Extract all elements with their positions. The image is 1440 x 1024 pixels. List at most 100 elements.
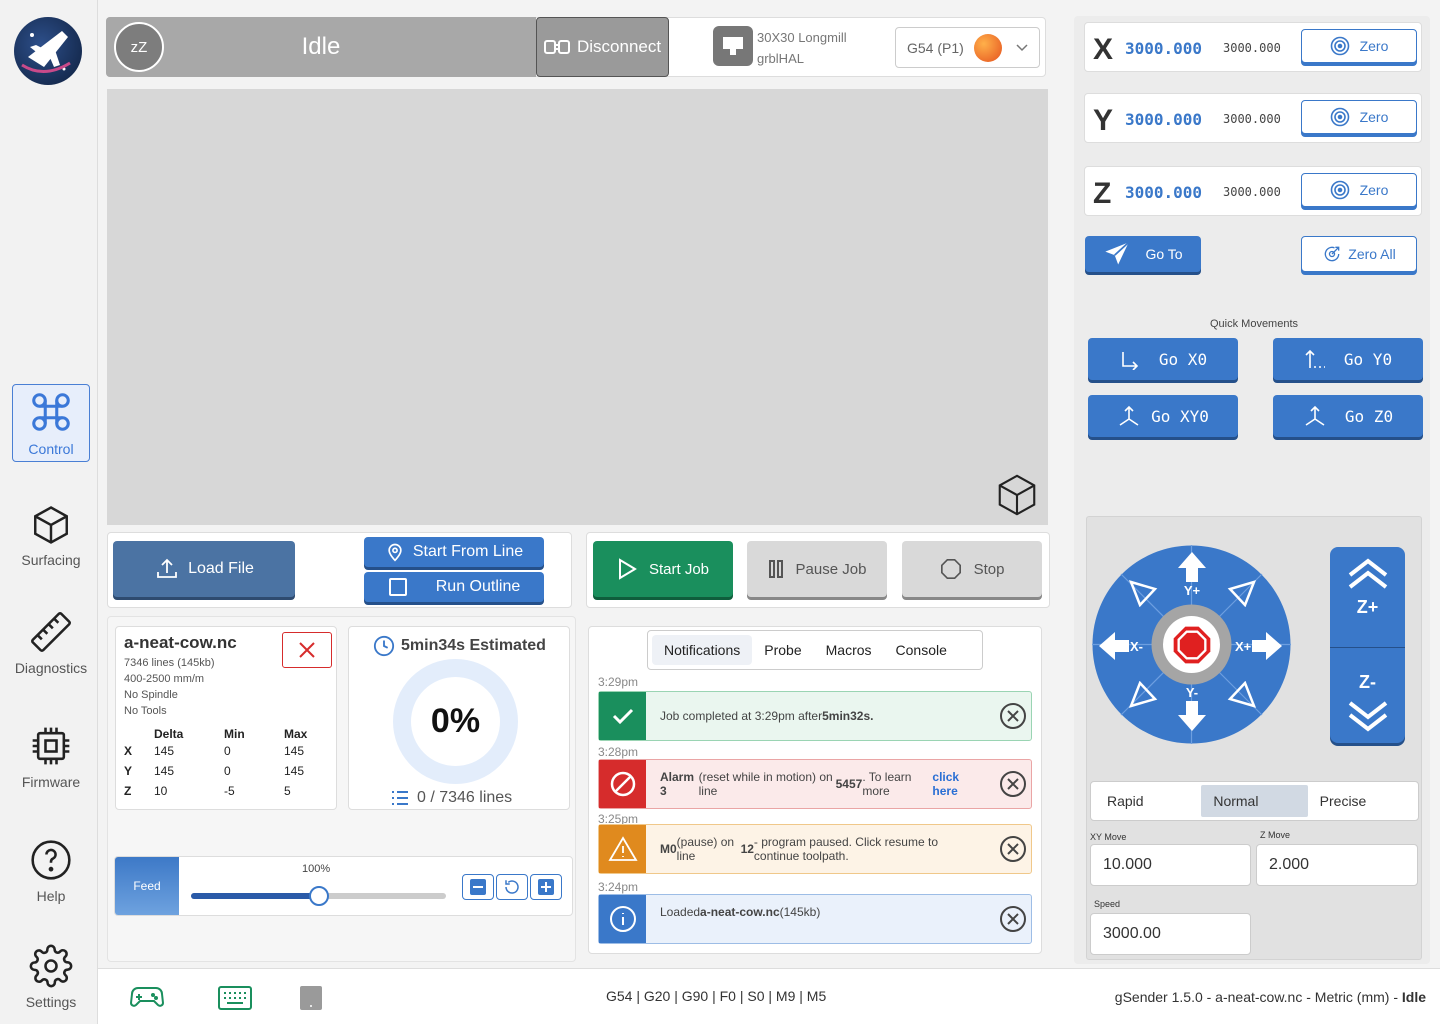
xy-axis-icon — [1119, 405, 1139, 426]
minus-icon — [470, 879, 486, 895]
dismiss-button[interactable] — [995, 895, 1031, 943]
workspace-select[interactable]: G54 (P1) — [895, 27, 1040, 68]
view-cube-icon[interactable] — [994, 471, 1040, 519]
dismiss-button[interactable] — [995, 692, 1031, 740]
z-move-input[interactable]: 2.000 — [1256, 844, 1418, 886]
notification-message: Alarm 3 (reset while in motion) on line … — [660, 770, 960, 798]
close-circle-icon — [1000, 771, 1026, 797]
machine-state: zZ Idle — [106, 17, 536, 77]
jog-stop-button[interactable] — [1163, 616, 1220, 673]
speed-label: Speed — [1094, 899, 1121, 909]
speed-input[interactable]: 3000.00 — [1090, 913, 1251, 955]
jog-diagonal-down-right[interactable] — [1227, 681, 1257, 709]
work-position[interactable]: 3000.000 — [1125, 39, 1202, 58]
dro-row-y: Y 3000.000 3000.000 Zero — [1084, 93, 1422, 143]
tab-bar: Notifications Probe Macros Console — [647, 630, 983, 670]
close-circle-icon — [1000, 836, 1026, 862]
work-position[interactable]: 3000.000 — [1125, 110, 1202, 129]
zero-all-button[interactable]: Zero All — [1301, 236, 1417, 272]
y-axis-icon — [1305, 349, 1325, 368]
target-icon — [1330, 36, 1349, 56]
sidebar-item-firmware[interactable]: Firmware — [12, 716, 90, 794]
sidebar-item-diagnostics[interactable]: Diagnostics — [12, 602, 90, 680]
tab-notifications[interactable]: Notifications — [652, 635, 753, 665]
feed-slider-thumb[interactable] — [308, 886, 329, 906]
mode-normal[interactable]: Normal — [1201, 785, 1308, 817]
feed-slider-fill — [191, 893, 319, 899]
xy-move-input[interactable]: 10.000 — [1090, 844, 1251, 886]
jog-x-plus[interactable]: X+ — [1235, 631, 1283, 661]
sidebar-item-label: Settings — [25, 994, 77, 1010]
axis-label: Y — [1093, 104, 1114, 137]
table-row: Y 145 0 145 — [124, 764, 305, 778]
jog-y-plus[interactable]: Y+ — [1176, 551, 1208, 611]
go-z0-button[interactable]: Go Z0 — [1273, 395, 1423, 437]
quick-movements-title: Quick Movements — [1209, 318, 1299, 330]
notification-time: 3:28pm — [598, 745, 639, 759]
command-icon — [32, 393, 70, 431]
pause-job-button[interactable]: Pause Job — [747, 541, 887, 597]
keyboard-icon[interactable] — [218, 986, 252, 1010]
jog-diagonal-up-left[interactable] — [1128, 579, 1158, 607]
jog-diagonal-down-left[interactable] — [1128, 681, 1158, 709]
sidebar-item-label: Firmware — [21, 774, 81, 790]
stop-button[interactable]: Stop — [902, 541, 1042, 597]
sidebar-item-control[interactable]: Control — [12, 384, 90, 462]
notification-error: Alarm 3 (reset while in motion) on line … — [598, 759, 1032, 809]
dismiss-button[interactable] — [995, 825, 1031, 873]
feed-decrease-button[interactable] — [462, 874, 494, 900]
zero-y-button[interactable]: Zero — [1301, 100, 1417, 134]
go-y0-button[interactable]: Go Y0 — [1273, 338, 1423, 380]
zero-z-button[interactable]: Zero — [1301, 173, 1417, 207]
mode-precise[interactable]: Precise — [1308, 785, 1414, 817]
tablet-icon[interactable] — [299, 985, 323, 1011]
dro-row-z: Z 3000.000 3000.000 Zero — [1084, 166, 1422, 216]
start-from-line-button[interactable]: Start From Line — [364, 537, 544, 567]
jog-z-minus[interactable]: Z- — [1330, 648, 1405, 743]
sidebar-item-help[interactable]: Help — [12, 830, 90, 908]
square-icon — [388, 578, 407, 596]
double-chevron-down-icon — [1348, 701, 1387, 732]
go-x0-button[interactable]: Go X0 — [1088, 338, 1238, 380]
tab-macros[interactable]: Macros — [814, 635, 884, 665]
go-to-button[interactable]: Go To — [1085, 236, 1201, 272]
warning-icon — [599, 825, 646, 873]
mode-rapid[interactable]: Rapid — [1095, 785, 1201, 817]
jog-x-minus[interactable]: X- — [1098, 631, 1143, 661]
work-position[interactable]: 3000.000 — [1125, 183, 1202, 202]
jog-wheel: Y+ Y- X- X+ — [1092, 545, 1291, 744]
progress-ring: 0% — [393, 659, 518, 784]
info-icon — [599, 895, 646, 943]
feed-slider[interactable] — [191, 886, 446, 906]
tab-probe[interactable]: Probe — [752, 635, 813, 665]
play-icon — [618, 558, 637, 580]
app-logo — [14, 17, 82, 85]
gear-icon — [29, 944, 73, 988]
visualizer[interactable] — [107, 89, 1048, 525]
unload-file-button[interactable] — [282, 632, 332, 668]
target-icon — [1330, 180, 1349, 200]
feed-reset-button[interactable] — [496, 874, 528, 900]
jog-diagonal-up-right[interactable] — [1227, 579, 1257, 607]
gamepad-icon[interactable] — [130, 984, 164, 1010]
tab-console[interactable]: Console — [884, 635, 959, 665]
sidebar-item-surfacing[interactable]: Surfacing — [12, 494, 90, 572]
go-xy0-button[interactable]: Go XY0 — [1088, 395, 1238, 437]
progress-card: 5min34s Estimated 0% 0 / 7346 lines — [348, 626, 570, 810]
load-file-button[interactable]: Load File — [113, 541, 295, 597]
feed-increase-button[interactable] — [530, 874, 562, 900]
sidebar-item-settings[interactable]: Settings — [12, 936, 90, 1014]
run-outline-button[interactable]: Run Outline — [364, 572, 544, 602]
jog-y-minus[interactable]: Y- — [1176, 685, 1208, 745]
dismiss-button[interactable] — [995, 760, 1031, 808]
zero-x-button[interactable]: Zero — [1301, 29, 1417, 63]
notification-message: Loaded a-neat-cow.nc (145kb) — [660, 905, 821, 919]
jog-z-plus[interactable]: Z+ — [1330, 547, 1405, 647]
reset-icon — [505, 880, 519, 894]
pause-icon — [768, 560, 783, 578]
arrow-right-icon — [1252, 632, 1283, 660]
disconnect-button[interactable]: Disconnect — [536, 17, 669, 77]
start-job-button[interactable]: Start Job — [593, 541, 733, 597]
notification-message: Job completed at 3:29pm after 5min32s. — [660, 709, 874, 723]
feed-override: Feed 100% — [114, 856, 573, 916]
